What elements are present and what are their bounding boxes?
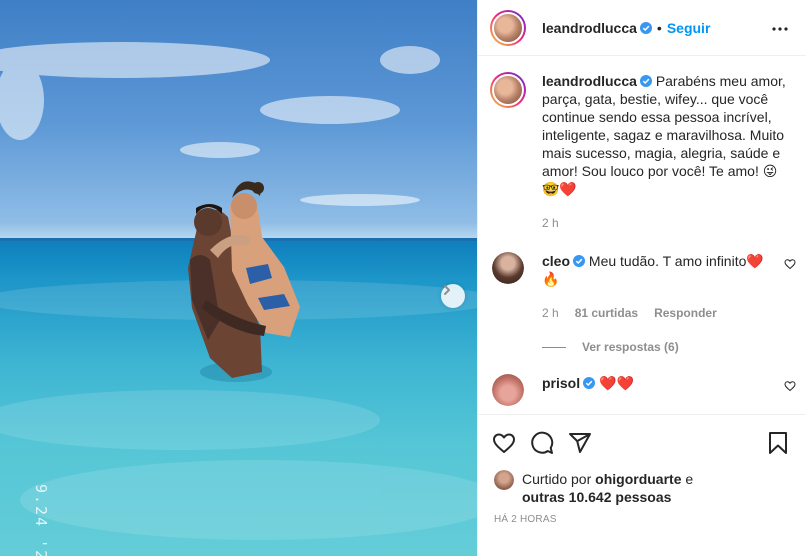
likes-text: Curtido por ohigorduarte e outras 10.642… bbox=[522, 470, 693, 506]
comment-item: prisol ❤️❤️ bbox=[492, 374, 796, 406]
photo-date-stamp: 9.24 '2 bbox=[32, 484, 50, 556]
post-timestamp[interactable]: HÁ 2 HORAS bbox=[494, 514, 557, 525]
verified-badge-icon bbox=[573, 255, 586, 267]
comment-time[interactable]: 2 h bbox=[542, 304, 559, 322]
caption-username[interactable]: leandrodlucca bbox=[542, 73, 637, 89]
likes-joiner: e bbox=[685, 471, 694, 487]
comment-body: prisol ❤️❤️ bbox=[542, 374, 792, 406]
comment-text-line2: 🔥 bbox=[542, 271, 560, 287]
caption-time[interactable]: 2 h bbox=[542, 214, 559, 232]
comment-username[interactable]: cleo bbox=[542, 253, 570, 269]
comment-body: cleo Meu tudão. T amo infinito❤️ 🔥 2 h 8… bbox=[542, 252, 792, 322]
chevron-right-icon bbox=[444, 285, 450, 295]
instagram-post: 9.24 '2 leandrodlucca • Seguir leandrodl… bbox=[0, 0, 806, 556]
action-bar bbox=[478, 414, 806, 470]
bookmark-icon bbox=[769, 431, 787, 454]
verified-badge-icon bbox=[639, 75, 652, 87]
comment-item: cleo Meu tudão. T amo infinito❤️ 🔥 2 h 8… bbox=[492, 252, 796, 322]
view-replies-line bbox=[542, 346, 566, 348]
comment-username[interactable]: prisol bbox=[542, 375, 580, 391]
likes-others[interactable]: outras 10.642 pessoas bbox=[522, 489, 671, 505]
caption-meta: 2 h bbox=[542, 214, 792, 232]
next-photo-button[interactable] bbox=[441, 284, 465, 308]
likes-prefix: Curtido por bbox=[522, 471, 592, 487]
comment-text: ❤️❤️ bbox=[599, 375, 634, 391]
comments-list[interactable]: leandrodlucca Parabéns meu amor, parça, … bbox=[478, 56, 806, 412]
comment-meta: 2 h 81 curtidas Responder bbox=[542, 304, 792, 322]
share-button[interactable] bbox=[562, 425, 598, 461]
author-username[interactable]: leandrodlucca bbox=[542, 20, 637, 36]
view-replies-button[interactable]: Ver respostas (6) bbox=[542, 340, 792, 354]
comment-likes[interactable]: 81 curtidas bbox=[575, 304, 638, 322]
more-options-button[interactable] bbox=[768, 17, 792, 41]
post-side-panel: leandrodlucca • Seguir leandrodlucca Par… bbox=[477, 0, 806, 556]
likes-summary: Curtido por ohigorduarte e outras 10.642… bbox=[494, 470, 790, 506]
follow-button[interactable]: Seguir bbox=[667, 20, 711, 36]
save-button[interactable] bbox=[760, 425, 796, 461]
comment-avatar[interactable] bbox=[492, 252, 524, 284]
caption-text-line2: 🤓❤️ bbox=[542, 181, 577, 197]
liker-avatar[interactable] bbox=[494, 470, 514, 490]
photo-scene bbox=[0, 42, 477, 540]
verified-badge-icon bbox=[639, 21, 652, 34]
more-options-icon bbox=[772, 27, 788, 31]
caption-avatar[interactable] bbox=[490, 72, 526, 108]
header-separator: • bbox=[656, 19, 662, 36]
comment-button[interactable] bbox=[524, 425, 560, 461]
view-replies-label: Ver respostas (6) bbox=[582, 340, 679, 354]
caption: leandrodlucca Parabéns meu amor, parça, … bbox=[490, 72, 792, 232]
heart-icon bbox=[493, 433, 515, 453]
reply-button[interactable]: Responder bbox=[654, 304, 717, 322]
post-header: leandrodlucca • Seguir bbox=[478, 0, 806, 56]
comment-avatar[interactable] bbox=[492, 374, 524, 406]
share-icon bbox=[569, 432, 591, 453]
verified-badge-icon bbox=[583, 377, 596, 389]
like-button[interactable] bbox=[486, 425, 522, 461]
caption-body: leandrodlucca Parabéns meu amor, parça, … bbox=[542, 72, 792, 232]
comment-like-heart-icon[interactable] bbox=[784, 380, 796, 392]
comment-text: Meu tudão. T amo infinito❤️ bbox=[588, 253, 764, 269]
liker-username[interactable]: ohigorduarte bbox=[595, 471, 681, 487]
comment-icon bbox=[531, 431, 554, 454]
author-avatar[interactable] bbox=[490, 9, 526, 46]
comment-like-heart-icon[interactable] bbox=[784, 258, 796, 270]
post-photo[interactable]: 9.24 '2 bbox=[0, 0, 477, 556]
